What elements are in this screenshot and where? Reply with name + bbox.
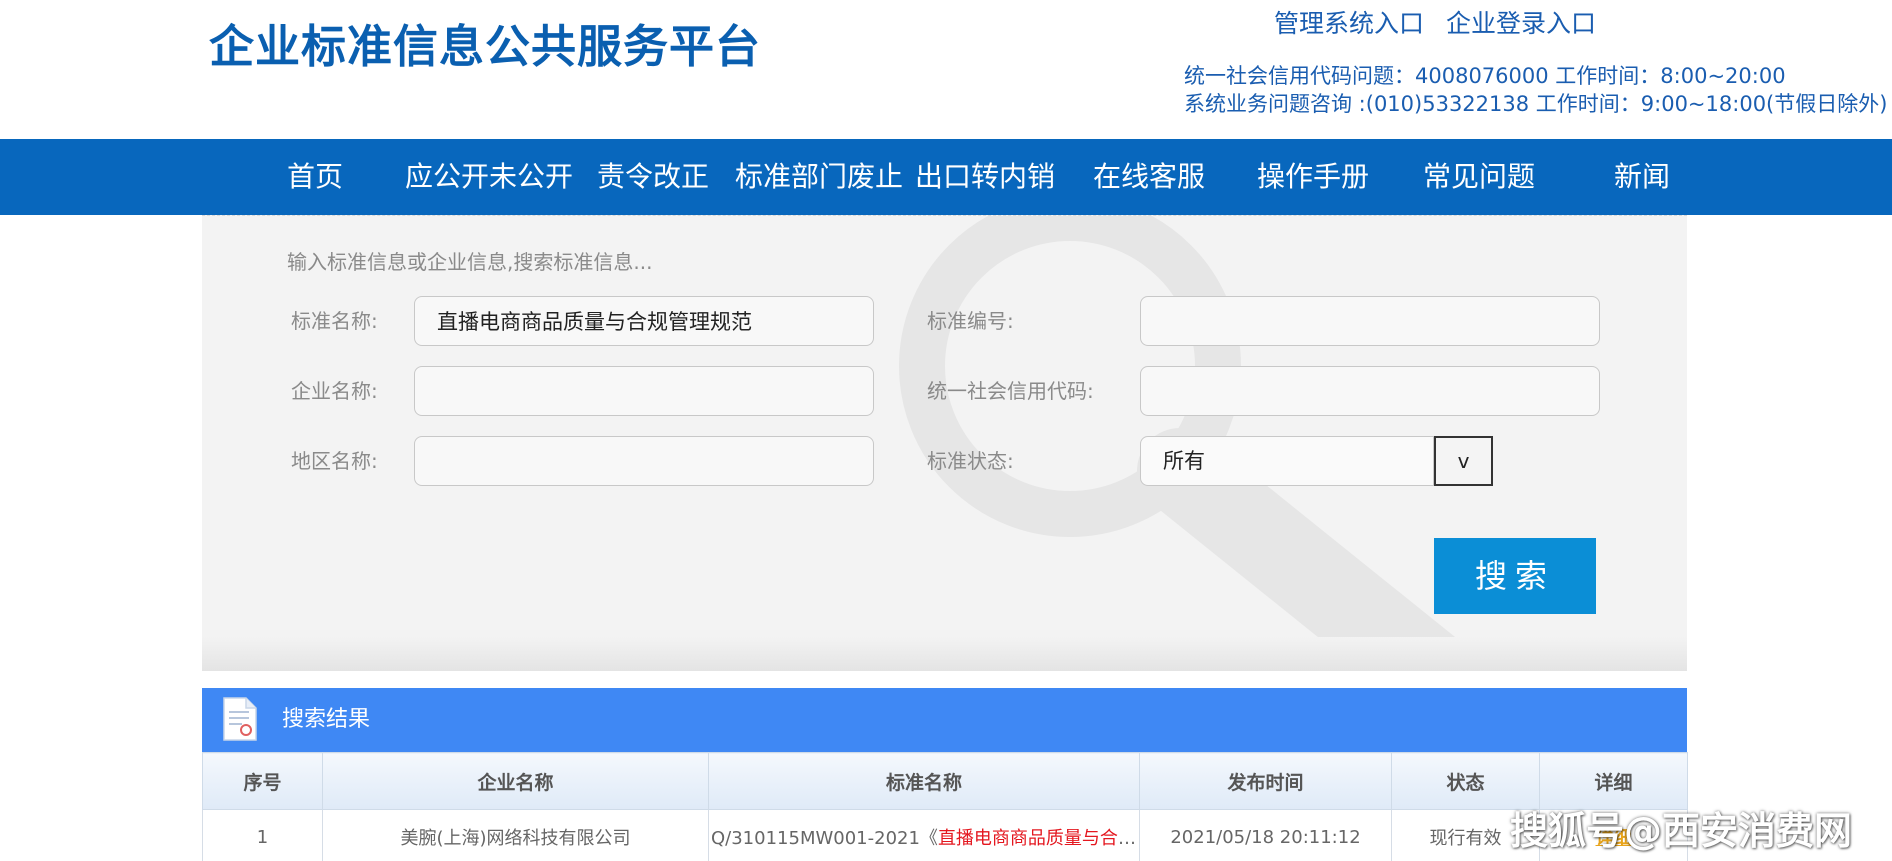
std-name-label: 标准名称: bbox=[291, 309, 378, 333]
hotline-info: 统一社会信用代码问题：4008076000 工作时间：8:00~20:00 系统… bbox=[1184, 62, 1887, 118]
nav-not-disclosed[interactable]: 应公开未公开 bbox=[405, 139, 573, 215]
search-button[interactable]: 搜索 bbox=[1434, 538, 1596, 614]
nav-export-domestic[interactable]: 出口转内销 bbox=[915, 139, 1055, 215]
sohu-watermark: 搜狐号@西安消费网 bbox=[1510, 809, 1853, 853]
table-row: 1 美腕(上海)网络科技有限公司 Q/310115MW001-2021《直播电商… bbox=[202, 809, 1688, 861]
panel-shadow bbox=[202, 637, 1687, 671]
col-header-std-name: 标准名称 bbox=[708, 752, 1140, 810]
std-name-input[interactable] bbox=[414, 296, 874, 346]
row-std-name[interactable]: Q/310115MW001-2021《直播电商商品质量与合规管理规范 bbox=[708, 809, 1140, 861]
row-std-code: Q/310115MW001-2021《 bbox=[711, 828, 938, 849]
main-nav: 首页 应公开未公开 责令改正 标准部门废止 出口转内销 在线客服 操作手册 常见… bbox=[0, 139, 1892, 215]
row-date: 2021/05/18 20:11:12 bbox=[1139, 809, 1392, 861]
credit-code-input[interactable] bbox=[1140, 366, 1600, 416]
document-icon bbox=[223, 697, 257, 741]
nav-manual[interactable]: 操作手册 bbox=[1257, 139, 1369, 215]
region-label: 地区名称: bbox=[291, 449, 378, 473]
region-input[interactable] bbox=[414, 436, 874, 486]
row-std-title: 直播电商商品质量与合规管理规范 bbox=[937, 828, 1139, 849]
nav-faq[interactable]: 常见问题 bbox=[1423, 139, 1535, 215]
results-table: 序号 企业名称 标准名称 发布时间 状态 详细 1 美腕(上海)网络科技有限公司… bbox=[202, 752, 1688, 861]
results-title: 搜索结果 bbox=[282, 707, 371, 732]
std-code-input[interactable] bbox=[1140, 296, 1600, 346]
nav-online-service[interactable]: 在线客服 bbox=[1093, 139, 1205, 215]
top-links: 管理系统入口 企业登录入口 bbox=[1274, 4, 1610, 40]
std-code-label: 标准编号: bbox=[927, 309, 1014, 333]
search-hint: 输入标准信息或企业信息,搜索标准信息... bbox=[287, 250, 653, 274]
status-dropdown-button[interactable]: v bbox=[1434, 436, 1493, 486]
nav-news[interactable]: 新闻 bbox=[1614, 139, 1670, 215]
row-company: 美腕(上海)网络科技有限公司 bbox=[322, 809, 709, 861]
nav-dept-abolished[interactable]: 标准部门废止 bbox=[735, 139, 903, 215]
col-header-no: 序号 bbox=[202, 752, 323, 810]
company-login-link[interactable]: 企业登录入口 bbox=[1446, 9, 1596, 38]
table-header-row: 序号 企业名称 标准名称 发布时间 状态 详细 bbox=[202, 752, 1688, 810]
search-panel: 输入标准信息或企业信息,搜索标准信息... 标准名称: 标准编号: 企业名称: … bbox=[202, 215, 1687, 671]
page: 企业标准信息公共服务平台 管理系统入口 企业登录入口 统一社会信用代码问题：40… bbox=[0, 0, 1892, 861]
site-title[interactable]: 企业标准信息公共服务平台 bbox=[209, 10, 761, 75]
status-label: 标准状态: bbox=[927, 449, 1014, 473]
company-label: 企业名称: bbox=[291, 379, 378, 403]
nav-home[interactable]: 首页 bbox=[287, 139, 343, 215]
nav-rectify[interactable]: 责令改正 bbox=[597, 139, 709, 215]
hotline-business: 系统业务问题咨询 :(010)53322138 工作时间：9:00~18:00(… bbox=[1184, 92, 1888, 116]
col-header-date: 发布时间 bbox=[1139, 752, 1392, 810]
hotline-credit-code: 统一社会信用代码问题：4008076000 工作时间：8:00~20:00 bbox=[1184, 64, 1786, 88]
company-input[interactable] bbox=[414, 366, 874, 416]
row-no: 1 bbox=[202, 809, 323, 861]
col-header-company: 企业名称 bbox=[322, 752, 709, 810]
status-select[interactable]: 所有 bbox=[1140, 436, 1434, 486]
results-header: 搜索结果 bbox=[202, 688, 1687, 752]
credit-code-label: 统一社会信用代码: bbox=[927, 379, 1094, 403]
admin-entry-link[interactable]: 管理系统入口 bbox=[1274, 9, 1424, 38]
